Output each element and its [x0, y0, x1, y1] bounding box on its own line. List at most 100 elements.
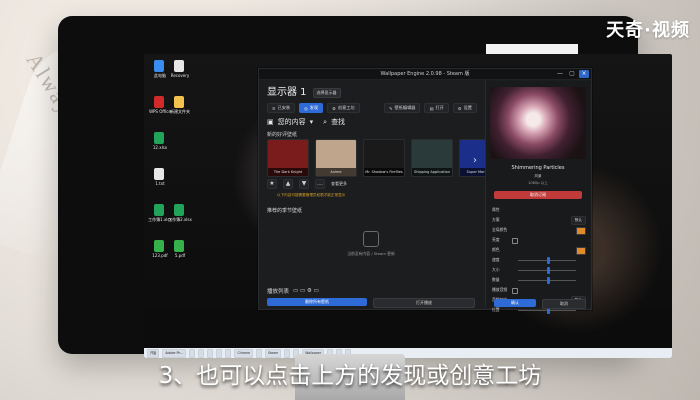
more-icon[interactable]: … [315, 179, 325, 189]
desktop-icon[interactable]: 1.txt [146, 168, 174, 196]
desktop-icon-label: 5.pdf [174, 253, 186, 258]
maximize-button[interactable]: ▢ [567, 70, 577, 78]
delete-all-button[interactable]: 删除所有壁纸 [267, 298, 367, 306]
property-row[interactable]: 播放音频 [492, 285, 586, 295]
thumb-up-icon[interactable]: ▲ [283, 179, 293, 189]
wallpaper-card-caption: Anime [316, 168, 356, 176]
tab-discover[interactable]: ◎ 发现 [299, 103, 324, 113]
property-label: 全局颜色 [492, 227, 508, 232]
property-row[interactable]: 数量 [492, 275, 586, 285]
your-content-button[interactable]: ▣ 您的内容 ▾ [267, 117, 313, 127]
desktop-icon[interactable]: 12.xlsx [146, 132, 174, 160]
select-display-chip[interactable]: 选择显示器 [312, 88, 341, 98]
your-content-label: 您的内容 [277, 118, 306, 126]
property-row[interactable]: 全局颜色 [492, 225, 586, 235]
thumb-down-icon[interactable]: ▼ [299, 179, 309, 189]
pdf-icon [154, 240, 164, 252]
desktop-icon[interactable]: Recovery [166, 60, 194, 88]
slider-knob[interactable] [546, 267, 550, 274]
tab-discover-label: 发现 [309, 105, 319, 110]
property-row[interactable]: 方案 默认 [492, 215, 586, 225]
display-header: 显示器 1 选择显示器 [267, 87, 341, 99]
warning-text: 以下内容可能需要管理员权限才能正常显示 [277, 193, 346, 197]
desktop-icon-label: 新建文件夹 [170, 109, 190, 114]
featured-title: 新的好评壁纸 [267, 132, 298, 138]
unsubscribe-button[interactable]: 取消订阅 [494, 191, 582, 199]
desktop-icon-label: 1.txt [155, 181, 165, 186]
folder-icon [174, 96, 184, 108]
slider-knob[interactable] [546, 257, 550, 264]
edit-icon: ✎ [389, 105, 393, 111]
seasonal-title: 推荐的季节壁纸 [267, 208, 303, 214]
property-row: 属性 [492, 205, 586, 215]
main-toolbar: ≡ 已安装 ◎ 发现 ⚙ 创意工坊 ✎ 壁纸编辑器 ▤ 打开 ⚙ 设置 [267, 103, 477, 113]
star-icon[interactable]: ★ [267, 179, 277, 189]
wallpaper-card[interactable]: Mr. Shadow's Fireflies [363, 139, 405, 177]
list-icon: ≡ [272, 105, 276, 111]
folder-open-icon: ▤ [429, 105, 434, 111]
empty-icon [363, 231, 379, 247]
property-label: 播放音频 [492, 287, 508, 292]
see-more-link[interactable]: 查看更多 [331, 181, 347, 187]
property-label: 速度 [492, 257, 500, 262]
checkbox[interactable] [512, 238, 518, 244]
search-icon: ⌕ [323, 117, 328, 126]
slider-knob[interactable] [546, 277, 550, 284]
search-label: 查找 [331, 118, 346, 126]
subtitle: 3、也可以点击上方的发现或创意工坊 [158, 363, 542, 389]
wallpaper-card-caption: Mr. Shadow's Fireflies [364, 168, 404, 176]
image-icon: ▣ [267, 118, 274, 126]
desktop-screen: 此电脑 Recovery WPS Office 新建文件夹 12.xlsx 1.txt 工作… [144, 54, 672, 358]
app-icon [174, 60, 184, 72]
desktop-icon[interactable]: 5.pdf [166, 240, 194, 268]
txt-icon [154, 168, 164, 180]
wallpaper-card[interactable]: Anime [315, 139, 357, 177]
desktop-icon[interactable]: 新建文件夹 [166, 96, 194, 124]
property-label: 颜色 [492, 247, 500, 252]
editor-button[interactable]: ✎ 壁纸编辑器 [384, 103, 421, 113]
color-swatch[interactable] [576, 247, 586, 255]
chevron-right-icon[interactable]: › [473, 155, 477, 166]
wallpaper-card[interactable]: The Dark Knight [267, 139, 309, 177]
open-label: 打开 [435, 105, 444, 110]
tab-workshop[interactable]: ⚙ 创意工坊 [327, 103, 360, 113]
window-titlebar: Wallpaper Engine 2.0.98 - Steam 版 — ▢ × [259, 69, 591, 80]
settings-button[interactable]: ⚙ 设置 [452, 103, 477, 113]
gear-icon: ⚙ [457, 105, 462, 111]
details-panel: Shimmering Particles 风景 1080p 以上 取消订阅 属性… [485, 81, 590, 314]
desktop-icon[interactable]: 工作簿2.xlsx [166, 204, 194, 232]
wallpaper-meta-1: 风景 [534, 174, 542, 178]
desktop-icon-label: 12.xlsx [152, 145, 168, 150]
overlay-bar [486, 44, 578, 54]
desktop-icon-label: Recovery [170, 73, 190, 78]
close-button[interactable]: × [579, 70, 589, 78]
cancel-button[interactable]: 取消 [542, 299, 586, 309]
editor-label: 壁纸编辑器 [394, 105, 416, 110]
minimize-button[interactable]: — [555, 70, 565, 78]
property-row[interactable]: 大小 [492, 265, 586, 275]
color-swatch[interactable] [576, 227, 586, 235]
featured-cards: The Dark Knight Anime Mr. Shadow's Firefli… [267, 139, 501, 177]
excel-icon [154, 132, 164, 144]
open-playlist-button[interactable]: 打开播放 [373, 298, 475, 308]
wallpaper-card[interactable]: Shipping Application [411, 139, 453, 177]
property-label: 属性 [492, 207, 500, 212]
open-button[interactable]: ▤ 打开 [424, 103, 449, 113]
pdf-icon [174, 240, 184, 252]
wallpaper-name: Shimmering Particles [511, 165, 565, 171]
property-select[interactable]: 默认 [570, 216, 586, 225]
display-title: 显示器 1 [267, 87, 307, 98]
checkbox[interactable] [512, 288, 518, 294]
property-row[interactable]: 颜色 [492, 245, 586, 255]
playlist-title: 播放列表 [267, 289, 290, 295]
property-label: 亮度 [492, 237, 500, 242]
property-row[interactable]: 亮度 [492, 235, 586, 245]
tab-installed[interactable]: ≡ 已安装 [267, 103, 296, 113]
ok-button[interactable]: 确认 [494, 299, 536, 307]
window-title: Wallpaper Engine 2.0.98 - Steam 版 [380, 71, 470, 77]
property-row[interactable]: 速度 [492, 255, 586, 265]
wallpaper-engine-window: Wallpaper Engine 2.0.98 - Steam 版 — ▢ × … [258, 68, 592, 314]
playlist-header: 播放列表 ▭ ▭ ⚙ ▭ [267, 287, 319, 295]
tab-installed-label: 已安装 [277, 105, 291, 110]
search-button[interactable]: ⌕ 查找 [323, 117, 345, 127]
